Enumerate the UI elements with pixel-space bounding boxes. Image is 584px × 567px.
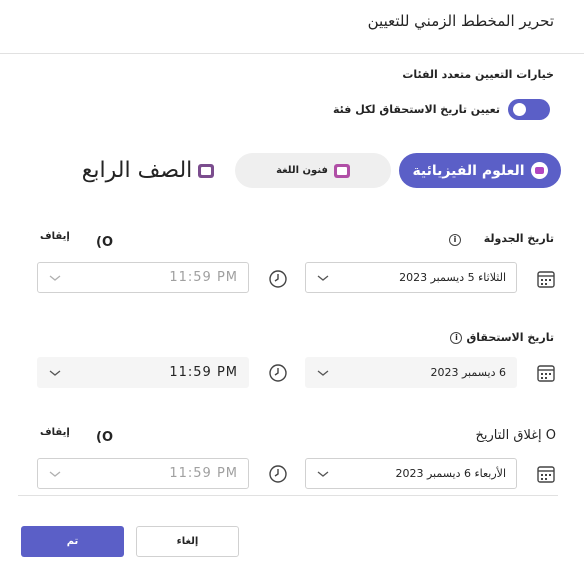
clock-icon <box>268 269 288 289</box>
per-class-due-date-toggle[interactable] <box>508 99 550 120</box>
flask-icon <box>530 162 548 179</box>
toggle-knob <box>513 103 526 116</box>
info-icon[interactable]: i <box>450 331 463 344</box>
chevron-down-icon <box>48 273 62 283</box>
schedule-toggle-text[interactable]: (O <box>96 235 113 250</box>
chevron-down-icon <box>48 368 62 378</box>
tab-class-physical-science[interactable]: العلوم الفيزيائية <box>399 153 561 188</box>
schedule-time-picker[interactable]: 11:59 PM <box>37 262 249 293</box>
close-date-label: إغلاق التاريخ O <box>475 428 556 443</box>
done-button[interactable]: تم <box>21 526 124 557</box>
chevron-down-icon <box>316 469 330 479</box>
calendar-icon[interactable] <box>536 363 556 383</box>
schedule-time-value: 11:59 PM <box>169 270 238 285</box>
chevron-down-icon <box>316 368 330 378</box>
chevron-down-icon <box>316 273 330 283</box>
clock-icon <box>268 464 288 484</box>
due-date-picker[interactable]: 6 ديسمبر 2023 <box>305 357 517 388</box>
options-title: خيارات التعيين متعدد الفئات <box>402 68 554 81</box>
close-date-picker[interactable]: الأربعاء 6 ديسمبر 2023 <box>305 458 517 489</box>
close-time-picker[interactable]: 11:59 PM <box>37 458 249 489</box>
tab-label: الصف الرابع <box>81 158 193 183</box>
schedule-date-label: تاريخ الجدولة <box>483 232 554 245</box>
close-date-value: الأربعاء 6 ديسمبر 2023 <box>395 467 506 480</box>
dialog-title: تحرير المخطط الزمني للتعيين <box>367 12 554 30</box>
info-icon[interactable]: i <box>449 234 461 246</box>
close-toggle-state: إيقاف <box>40 427 70 438</box>
tab-class-language-arts[interactable]: فنون اللغة <box>235 153 391 188</box>
clock-icon <box>268 363 288 383</box>
schedule-date-value: الثلاثاء 5 ديسمبر 2023 <box>399 271 506 284</box>
tab-label: فنون اللغة <box>276 165 328 176</box>
schedule-date-picker[interactable]: الثلاثاء 5 ديسمبر 2023 <box>305 262 517 293</box>
schedule-toggle-state: إيقاف <box>40 231 70 242</box>
close-toggle-text[interactable]: (O <box>96 430 113 445</box>
calendar-icon[interactable] <box>536 464 556 484</box>
due-date-label-group: تاريخ الاستحقاق i <box>450 331 554 344</box>
tab-class-fourth-grade[interactable]: الصف الرابع <box>82 153 215 188</box>
cancel-button[interactable]: إلغاء <box>136 526 239 557</box>
chevron-down-icon <box>48 469 62 479</box>
footer-divider <box>18 495 558 496</box>
due-date-label: تاريخ الاستحقاق <box>466 331 554 344</box>
due-time-value: 11:59 PM <box>169 365 238 380</box>
due-time-picker[interactable]: 11:59 PM <box>37 357 249 388</box>
tab-label: العلوم الفيزيائية <box>412 162 525 179</box>
book-icon <box>198 163 215 178</box>
close-time-value: 11:59 PM <box>169 466 238 481</box>
due-date-value: 6 ديسمبر 2023 <box>430 366 506 379</box>
header-divider <box>0 53 584 54</box>
calendar-icon[interactable] <box>536 269 556 289</box>
per-class-due-date-label: تعيين تاريخ الاستحقاق لكل فئة <box>333 103 500 116</box>
book-icon <box>333 163 350 178</box>
